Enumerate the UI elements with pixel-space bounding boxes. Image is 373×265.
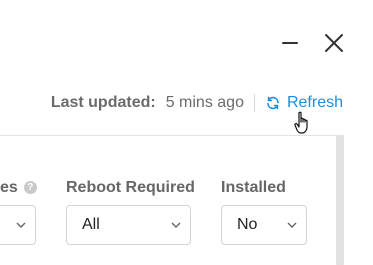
installed-label: Installed bbox=[221, 179, 286, 196]
window-controls bbox=[279, 32, 345, 54]
chevron-down-icon bbox=[16, 222, 26, 228]
divider bbox=[253, 94, 255, 112]
header-divider bbox=[0, 135, 343, 136]
last-updated-label: Last updated: bbox=[50, 94, 156, 111]
close-icon[interactable] bbox=[323, 32, 345, 54]
scrollbar-thumb[interactable] bbox=[336, 135, 344, 265]
hand-cursor-icon bbox=[294, 111, 308, 134]
reboot-required-select[interactable]: All bbox=[66, 205, 191, 245]
help-icon[interactable]: ? bbox=[23, 181, 37, 194]
reboot-required-label: Reboot Required bbox=[66, 179, 195, 196]
refresh-button[interactable]: Refresh bbox=[265, 94, 343, 112]
refresh-icon bbox=[267, 96, 279, 110]
filter-label-partial: es? bbox=[0, 179, 37, 197]
filter-select-partial[interactable] bbox=[0, 205, 36, 245]
chevron-down-icon bbox=[171, 222, 181, 228]
status-bar: Last updated: 5 mins ago Refresh bbox=[51, 94, 343, 112]
minimize-icon[interactable] bbox=[279, 32, 301, 54]
refresh-label: Refresh bbox=[286, 94, 343, 111]
scrollbar[interactable] bbox=[336, 135, 344, 265]
chevron-down-icon bbox=[287, 222, 297, 228]
installed-select[interactable]: No bbox=[221, 205, 307, 245]
last-updated-value: 5 mins ago bbox=[165, 94, 244, 111]
